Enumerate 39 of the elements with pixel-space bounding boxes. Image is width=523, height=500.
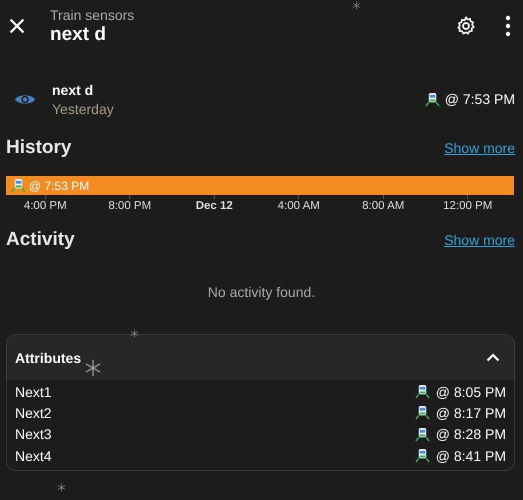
train-icon xyxy=(414,448,430,464)
snowflake-icon xyxy=(130,329,139,338)
timeline-label: @ 7:53 PM xyxy=(29,178,90,192)
axis-label: 4:00 AM xyxy=(278,200,320,212)
attribute-value: @ 8:17 PM xyxy=(436,404,506,421)
snowflake-icon xyxy=(84,359,102,377)
chevron-icon[interactable] xyxy=(486,353,500,362)
attribute-value: @ 8:41 PM xyxy=(436,448,506,464)
attributes-title: Attributes xyxy=(15,350,82,366)
section-title: History xyxy=(6,137,72,159)
entity-name: next d xyxy=(52,82,94,98)
train-icon xyxy=(414,426,430,442)
train-icon xyxy=(414,384,430,400)
attribute-value: @ 8:28 PM xyxy=(436,426,506,442)
attribute-name: Next1 xyxy=(15,384,52,400)
attribute-value: @ 8:05 PM xyxy=(436,384,506,400)
train-icon xyxy=(424,92,440,106)
snowflake-icon xyxy=(352,1,361,10)
empty-message: No activity found. xyxy=(206,284,316,300)
attribute-name: Next2 xyxy=(15,404,52,421)
header-title: next d xyxy=(50,24,107,46)
menu-icon[interactable] xyxy=(505,15,511,37)
attribute-name: Next3 xyxy=(15,426,52,442)
axis-label: 8:00 PM xyxy=(108,200,152,212)
axis-label: 4:00 PM xyxy=(24,200,67,212)
show-more-link[interactable]: Show more xyxy=(444,232,515,248)
axis-label: Dec 12 xyxy=(196,200,233,212)
header-subtitle: Train sensors xyxy=(50,6,136,22)
snowflake-icon xyxy=(57,483,66,492)
section-title: Activity xyxy=(6,229,75,251)
last-changed-time: Yesterday xyxy=(52,100,115,116)
settings-icon[interactable] xyxy=(455,15,477,37)
axis-label: 8:00 AM xyxy=(362,200,404,212)
axis-label: 12:00 PM xyxy=(443,200,492,212)
show-more-link[interactable]: Show more xyxy=(444,140,515,156)
train-icon xyxy=(414,405,430,420)
train-icon xyxy=(11,178,26,193)
entity-state: @ 7:53 PM xyxy=(444,91,515,107)
attribute-name: Next4 xyxy=(15,448,52,464)
